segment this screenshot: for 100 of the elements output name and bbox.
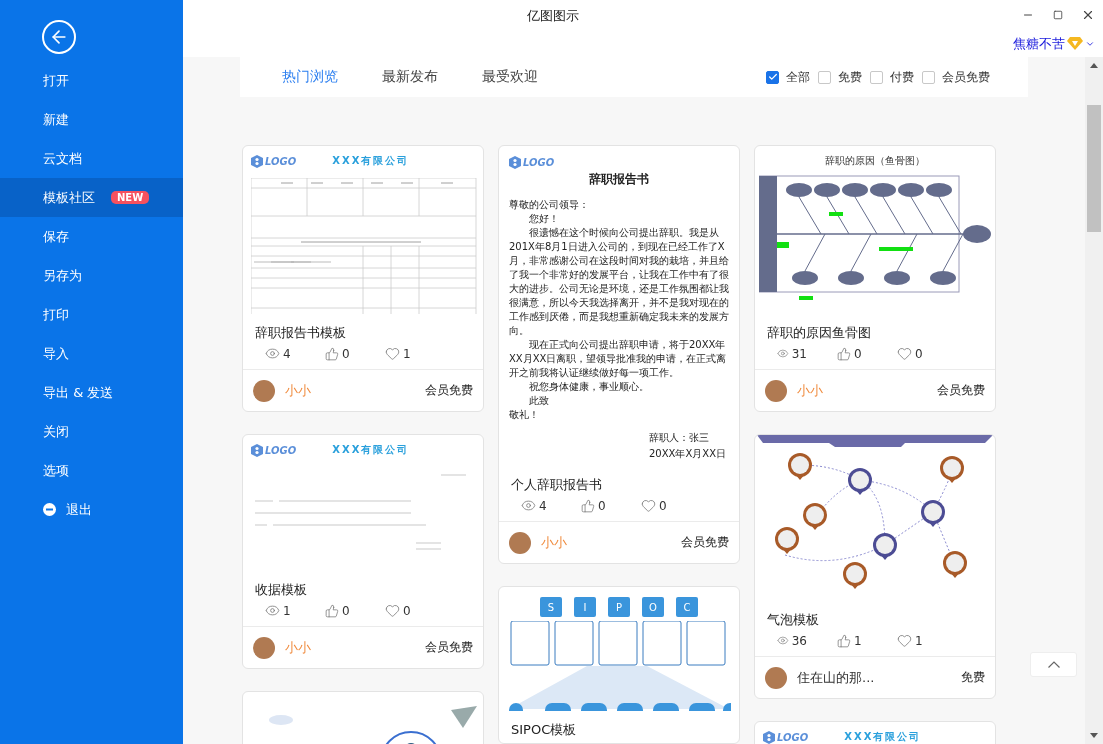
avatar-photo — [765, 666, 787, 689]
eye-icon — [777, 346, 789, 361]
sidebar-item[interactable]: 导出 & 发送 — [0, 373, 183, 412]
sidebar-label: 新建 — [43, 110, 69, 129]
letter-paragraph: 祝您身体健康，事业顺心。 — [528, 380, 650, 394]
letter-paragraph: 很遗憾在这个时候向公司提出辞职。我是从201X年8月1日进入公司的，到现在已经工作了X月，非常感谢公司在这段时间对我的栽培，并且给了我一个非常好的发展平台，让我在工作中有了很大的进步。公司无论是环境，还是工作氛围都让我很满意，所以今天我选择离开，并不是我对现在的工作感到厌倦，而是我想重新确定我未来的发展方向。 — [509, 226, 729, 338]
minus-circle-icon — [43, 503, 56, 516]
sidebar-item[interactable]: 保存 — [0, 217, 183, 256]
logo: LOGO — [763, 730, 809, 744]
sidebar-label: 另存为 — [43, 266, 82, 285]
filter-checkbox[interactable]: 付费 — [870, 68, 914, 86]
sidebar-item[interactable]: 打印 — [0, 295, 183, 334]
like-count[interactable]: 0 — [325, 346, 355, 361]
like-count[interactable]: 0 — [325, 603, 355, 618]
back-button[interactable] — [42, 20, 76, 54]
price-label: 会员免费 — [425, 639, 473, 656]
sipoc-label: O — [642, 597, 664, 617]
avatar-photo — [765, 379, 787, 402]
checkbox[interactable] — [818, 70, 831, 84]
view-count: 36 — [777, 633, 807, 648]
heart-icon — [897, 633, 912, 648]
avatar-photo — [253, 379, 275, 402]
sidebar-label: 导出 & 发送 — [43, 383, 114, 402]
sidebar-item[interactable]: 关闭 — [0, 412, 183, 451]
sidebar-item[interactable]: 模板社区 NEW — [0, 178, 183, 217]
checkbox[interactable] — [870, 70, 883, 84]
filter-checkbox[interactable]: 免费 — [818, 68, 862, 86]
letter-signature: 辞职人：张三 — [648, 431, 710, 445]
letter-paragraph: 敬礼！ — [509, 408, 540, 422]
letter-signature: 20XX年X月XX日 — [648, 447, 727, 461]
author-name[interactable]: 住在山的那... — [797, 668, 875, 687]
letter-heading: 辞职报告书 — [588, 171, 650, 188]
sidebar-label: 打印 — [43, 305, 69, 324]
thumbs-up-icon — [325, 603, 339, 618]
scrollbar[interactable] — [1085, 57, 1103, 744]
template-card[interactable] — [498, 145, 740, 564]
chevron-up-icon — [1047, 661, 1060, 668]
template-card[interactable]: LOGO XXX有限公司 辞职报告书模板 4 0 1 小小 会员免费 — [242, 145, 484, 412]
user-name[interactable]: 焦糖不苦 — [1013, 34, 1065, 53]
logo: LOGO — [251, 154, 297, 168]
scroll-to-top-button[interactable] — [1030, 652, 1077, 677]
sidebar-label: 模板社区 — [43, 188, 95, 207]
checkbox[interactable] — [922, 70, 935, 84]
avatar-photo — [253, 636, 275, 659]
checkbox[interactable] — [766, 70, 779, 84]
eye-icon — [265, 603, 280, 618]
sipoc-label: S — [540, 597, 562, 617]
view-count: 1 — [265, 603, 295, 618]
favorite-count[interactable]: 0 — [897, 346, 927, 361]
heart-icon — [385, 346, 400, 361]
favorite-count[interactable]: 1 — [385, 346, 415, 361]
sipoc-label: C — [676, 597, 698, 617]
sidebar-label: 选项 — [43, 461, 69, 480]
template-title: 收据模板 — [254, 581, 308, 599]
favorite-count[interactable]: 0 — [385, 603, 415, 618]
favorite-count[interactable]: 0 — [641, 498, 671, 513]
heart-icon — [385, 603, 400, 618]
thumbs-up-icon — [581, 498, 595, 513]
template-card[interactable]: 气泡模板 36 1 1 住在山的那... 免费 — [754, 434, 996, 699]
sidebar-item[interactable]: 新建 — [0, 100, 183, 139]
thumbs-up-icon — [837, 633, 851, 648]
eye-icon — [265, 346, 280, 361]
sidebar-label: 退出 — [66, 500, 92, 519]
letter-paragraph: 尊敬的公司领导： — [509, 198, 590, 212]
template-title: 辞职报告书模板 — [254, 324, 347, 342]
eye-icon — [521, 498, 536, 513]
sidebar-label: 保存 — [43, 227, 69, 246]
company-heading: XXX有限公司 — [332, 154, 410, 168]
price-label: 会员免费 — [681, 534, 729, 551]
thumbs-up-icon — [837, 346, 851, 361]
sidebar-label: 打开 — [43, 71, 69, 90]
company-heading: XXX有限公司 — [332, 443, 410, 457]
tab[interactable]: 最新发布 — [382, 68, 438, 86]
sidebar-label: 导入 — [43, 344, 69, 363]
sidebar-item[interactable]: 云文档 — [0, 139, 183, 178]
view-count: 31 — [777, 346, 807, 361]
filter-checkbox[interactable]: 会员免费 — [922, 68, 990, 86]
template-card[interactable]: S I P O C SIPOC模板 — [498, 586, 740, 744]
maximize-icon — [1053, 10, 1063, 20]
filter-checkbox[interactable]: 全部 — [766, 68, 810, 86]
sidebar-label: 关闭 — [43, 422, 69, 441]
logo: LOGO — [251, 443, 297, 457]
like-count[interactable]: 1 — [837, 633, 867, 648]
like-count[interactable]: 0 — [581, 498, 611, 513]
sidebar-item[interactable]: 选项 — [0, 451, 183, 490]
like-count[interactable]: 0 — [837, 346, 867, 361]
sidebar-item[interactable]: 退出 — [0, 490, 183, 529]
logo: LOGO — [509, 156, 729, 169]
favorite-count[interactable]: 1 — [897, 633, 927, 648]
sidebar-item[interactable]: 导入 — [0, 334, 183, 373]
template-card[interactable]: 辞职的原因（鱼骨图） 辞职的原因鱼骨图 31 0 0 小小 会员免费 — [754, 145, 996, 412]
sipoc-label: P — [608, 597, 630, 617]
tab[interactable]: 最受欢迎 — [482, 68, 538, 86]
avatar-photo — [509, 531, 531, 554]
tab[interactable]: 热门浏览 — [282, 68, 338, 86]
template-card[interactable]: LOGO XXX有限公司 收据模板 1 0 0 小小 会员免费 — [242, 434, 484, 669]
letter-paragraph: 您好！ — [528, 212, 560, 226]
sidebar-item[interactable]: 打开 — [0, 61, 183, 100]
window-title: 亿图图示 — [527, 7, 579, 25]
sidebar-item[interactable]: 另存为 — [0, 256, 183, 295]
